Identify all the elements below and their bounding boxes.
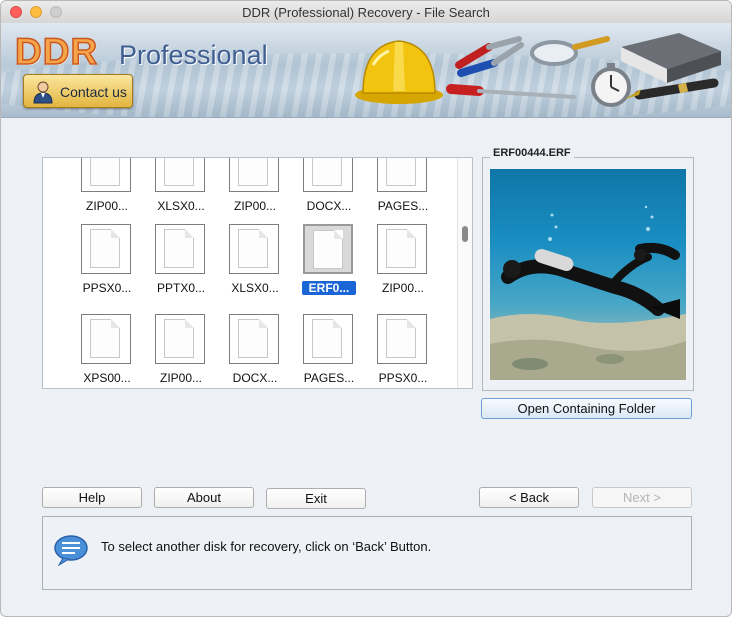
header-banner: DDR Professional Contact us xyxy=(1,23,731,118)
file-item[interactable]: PPSX0... xyxy=(74,224,140,310)
file-icon xyxy=(377,158,427,192)
speech-bubble-icon xyxy=(54,535,88,566)
file-name: PPSX0... xyxy=(378,371,428,385)
preview-file-title: ERF00444.ERF xyxy=(490,147,574,159)
file-name: ZIP00... xyxy=(381,281,425,295)
file-item[interactable]: PPTX0... xyxy=(148,224,214,310)
file-item[interactable]: DOCX... xyxy=(222,314,288,388)
file-icon xyxy=(229,158,279,192)
person-icon xyxy=(33,81,53,104)
exit-button[interactable]: Exit xyxy=(266,488,366,509)
file-icon xyxy=(155,224,205,274)
file-item[interactable]: PPSX0... xyxy=(370,314,436,388)
tools-illustration xyxy=(355,33,721,107)
file-name: PPSX0... xyxy=(82,281,132,295)
scrollbar-thumb[interactable] xyxy=(462,226,468,242)
file-name: XPS00... xyxy=(83,371,131,385)
pliers-icon xyxy=(455,36,524,77)
file-grid-scrollbar[interactable] xyxy=(457,158,472,388)
status-message: To select another disk for recovery, cli… xyxy=(101,539,432,554)
back-button[interactable]: < Back xyxy=(479,487,579,508)
file-icon xyxy=(229,224,279,274)
brand-logo: DDR xyxy=(14,30,99,73)
file-icon xyxy=(155,158,205,192)
file-item[interactable]: PAGES... xyxy=(370,158,436,228)
scuba-diver-icon xyxy=(501,242,680,319)
file-item[interactable]: ZIP00... xyxy=(74,158,140,228)
file-icon xyxy=(229,314,279,364)
file-icon xyxy=(155,314,205,364)
file-icon xyxy=(81,158,131,192)
brand-subtitle: Professional xyxy=(119,40,268,70)
file-name: ZIP00... xyxy=(233,199,277,213)
file-name: ZIP00... xyxy=(159,371,203,385)
about-button[interactable]: About xyxy=(154,487,254,508)
file-item[interactable]: ZIP00... xyxy=(222,158,288,228)
file-item[interactable]: ZIP00... xyxy=(370,224,436,310)
contact-us-button[interactable]: Contact us xyxy=(23,74,133,108)
file-item-selected[interactable]: ERF0... xyxy=(296,224,362,310)
file-icon xyxy=(81,314,131,364)
screwdriver-icon xyxy=(446,84,576,99)
file-item[interactable]: XLSX0... xyxy=(148,158,214,228)
file-name: ERF0... xyxy=(302,281,356,295)
file-name: ZIP00... xyxy=(85,199,129,213)
file-name: PAGES... xyxy=(303,371,355,385)
file-item[interactable]: ZIP00... xyxy=(148,314,214,388)
file-icon xyxy=(303,314,353,364)
file-name: XLSX0... xyxy=(157,199,205,213)
file-item[interactable]: XPS00... xyxy=(74,314,140,388)
open-containing-folder-button[interactable]: Open Containing Folder xyxy=(481,398,692,419)
status-panel: To select another disk for recovery, cli… xyxy=(42,516,692,590)
hard-hat-icon xyxy=(355,40,443,104)
file-name: PAGES... xyxy=(377,199,429,213)
app-window: DDR (Professional) Recovery - File Searc… xyxy=(0,0,732,617)
magnifier-icon xyxy=(530,36,610,66)
preview-image xyxy=(490,169,686,380)
file-name: DOCX... xyxy=(306,199,352,213)
file-icon xyxy=(303,158,353,192)
file-item[interactable]: DOCX... xyxy=(296,158,362,228)
help-button[interactable]: Help xyxy=(42,487,142,508)
title-bar: DDR (Professional) Recovery - File Searc… xyxy=(1,1,731,24)
file-name: DOCX... xyxy=(232,371,278,385)
file-name: XLSX0... xyxy=(231,281,279,295)
file-item[interactable]: PAGES... xyxy=(296,314,362,388)
next-button[interactable]: Next > xyxy=(592,487,692,508)
file-icon xyxy=(377,224,427,274)
window-title: DDR (Professional) Recovery - File Searc… xyxy=(242,5,490,20)
file-icon xyxy=(377,314,427,364)
file-icon xyxy=(303,224,353,274)
stopwatch-icon xyxy=(591,63,631,107)
file-name: PPTX0... xyxy=(156,281,206,295)
fountain-pen-icon xyxy=(625,78,719,100)
file-icon xyxy=(81,224,131,274)
book-icon xyxy=(621,33,721,83)
file-grid-panel[interactable]: ZIP00... XLSX0... ZIP00... DOCX... PAGES… xyxy=(42,157,473,389)
contact-us-label: Contact us xyxy=(60,84,127,100)
file-item[interactable]: XLSX0... xyxy=(222,224,288,310)
